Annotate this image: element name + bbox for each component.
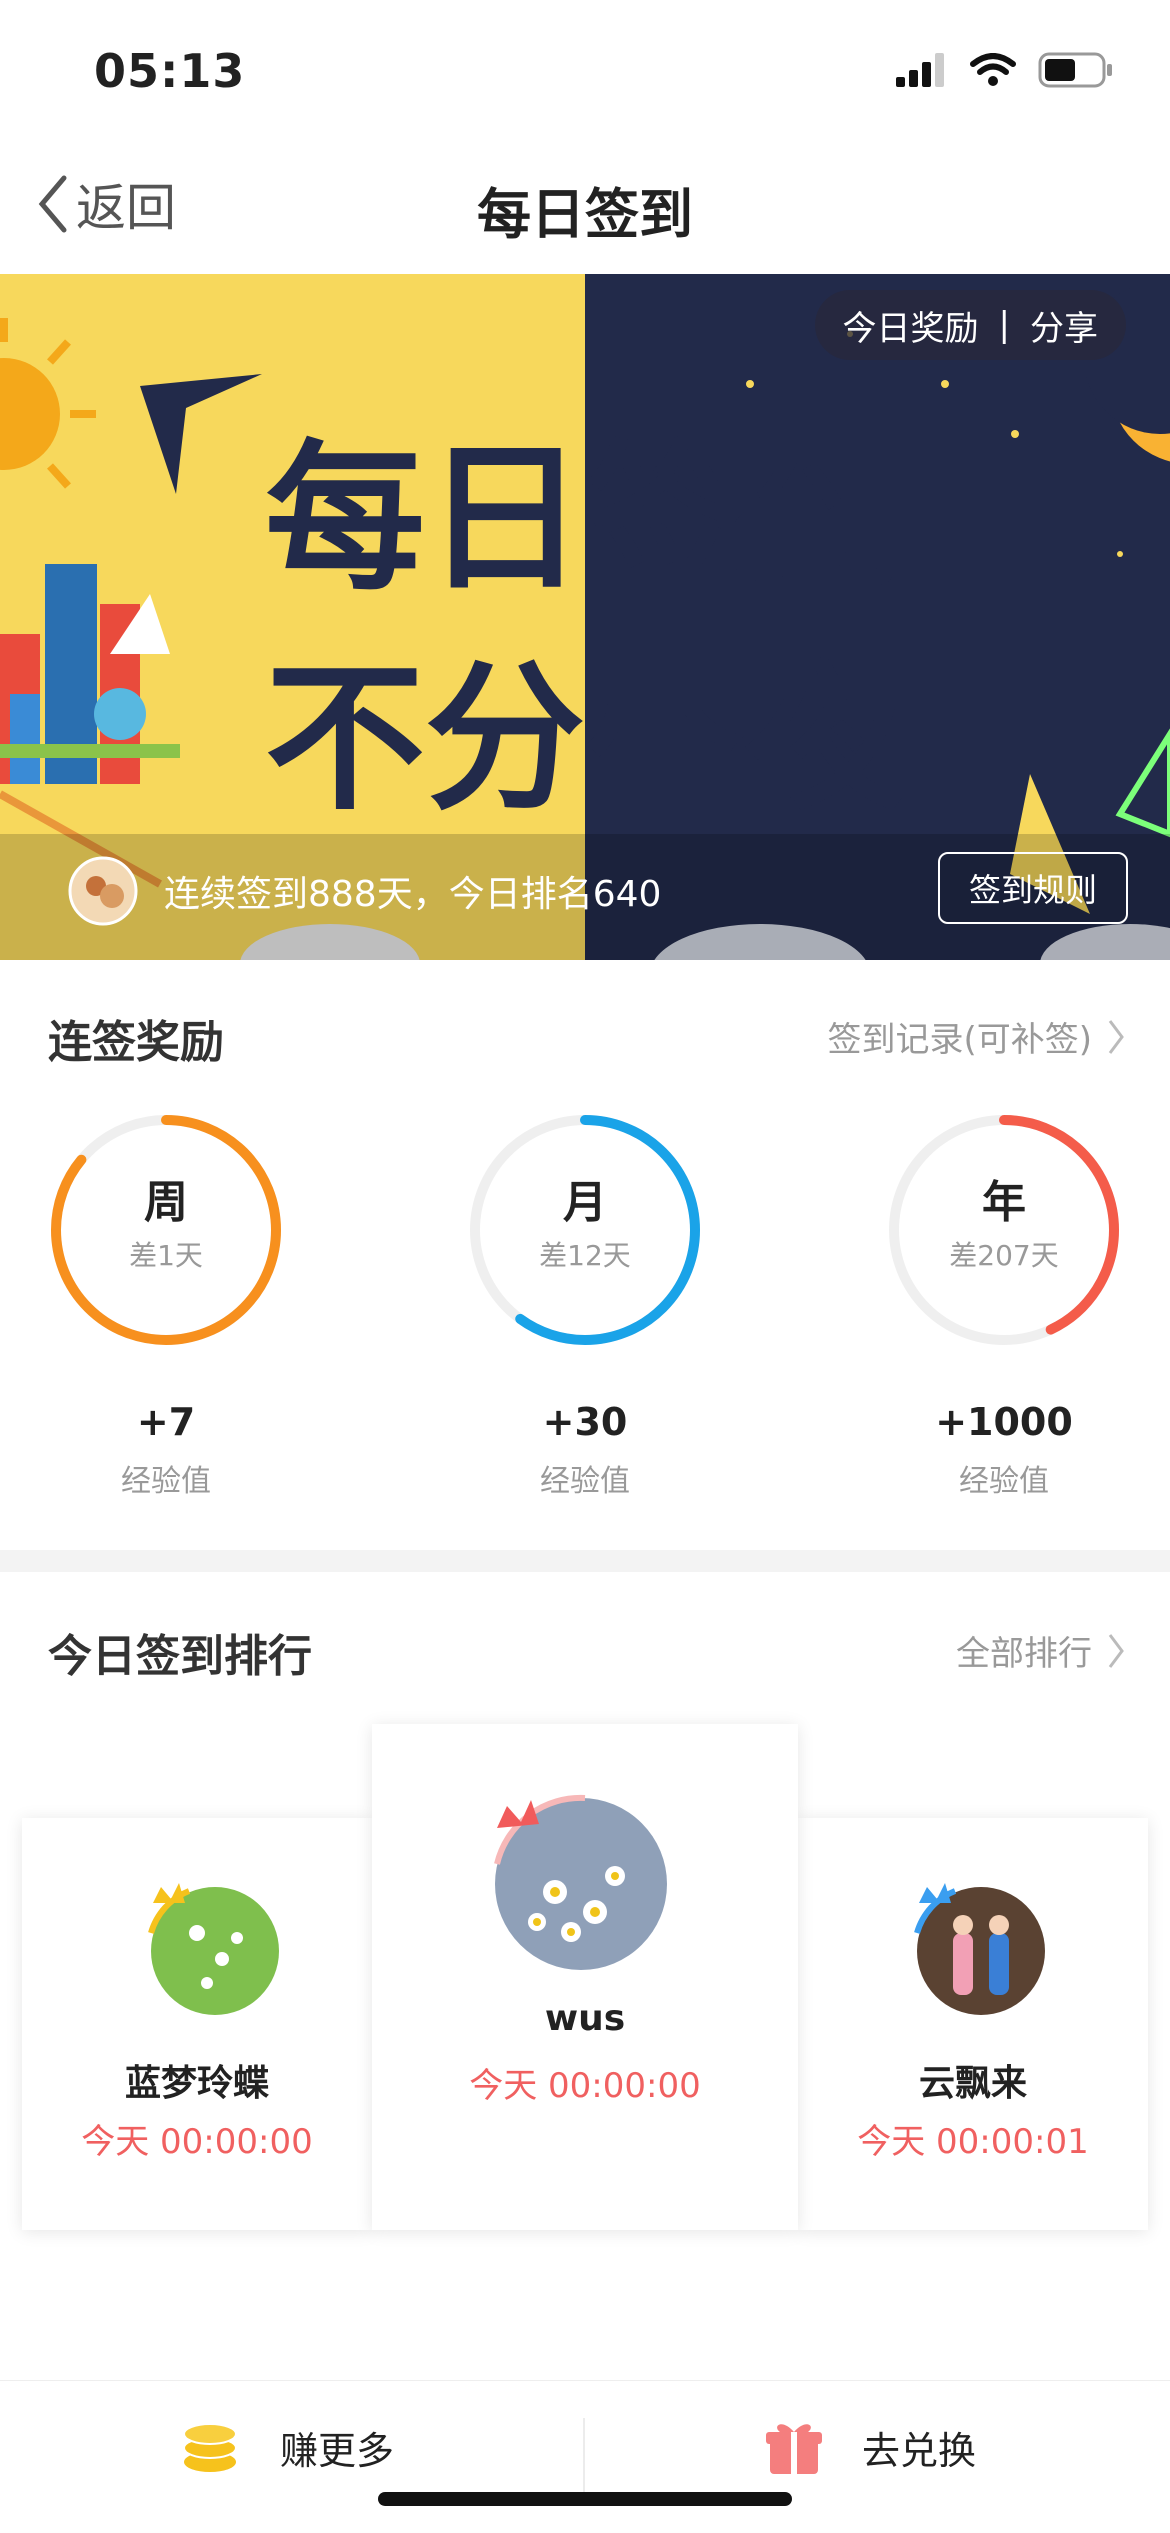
year-reward-value: +1000 xyxy=(935,1400,1073,1444)
chevron-right-icon xyxy=(1108,1019,1124,1054)
rewards-title: 连签奖励 xyxy=(48,1017,224,1068)
week-remaining: 差1天 xyxy=(129,1239,203,1272)
streak-text: 连续签到888天，今日排名640 xyxy=(164,874,662,915)
streak-info: 连续签到888天，今日排名640 xyxy=(68,856,661,926)
today-reward-link[interactable]: 今日奖励 xyxy=(843,301,979,350)
week-progress-ring xyxy=(51,1115,281,1345)
page-title: 每日签到 xyxy=(477,183,693,246)
avatar xyxy=(494,1794,667,1970)
reward-year[interactable]: 年 差207天 xyxy=(884,1110,1124,1354)
reward-week[interactable]: 周 差1天 xyxy=(46,1110,286,1354)
coins-icon xyxy=(183,2423,237,2472)
banner-headline-2: 不分昼夜 xyxy=(265,645,906,832)
year-remaining: 差207天 xyxy=(949,1239,1059,1272)
rank-2-time: 今天 00:00:00 xyxy=(81,2122,313,2162)
year-progress-ring xyxy=(889,1115,1119,1345)
gift-icon xyxy=(766,2424,822,2474)
home-indicator xyxy=(378,2492,792,2506)
rank-3-name: 云飘来 xyxy=(918,2063,1027,2104)
avatar xyxy=(914,1883,1045,2015)
chevron-right-icon xyxy=(1108,1633,1124,1668)
crown-icon xyxy=(153,1883,185,1903)
rank-1-name: wus xyxy=(544,1998,626,2039)
crown-icon xyxy=(497,1800,539,1828)
avatar xyxy=(148,1883,279,2015)
battery-icon xyxy=(1038,52,1112,88)
bottom-divider xyxy=(583,2418,585,2494)
reward-month[interactable]: 月 差12天 xyxy=(465,1110,705,1354)
earn-more-button[interactable]: 赚更多 xyxy=(180,2418,394,2476)
month-remaining: 差12天 xyxy=(539,1239,631,1272)
rules-button[interactable]: 签到规则 xyxy=(938,852,1128,924)
all-ranking-link[interactable]: 全部排行 xyxy=(956,1626,1126,1675)
section-divider xyxy=(0,1550,1170,1572)
avatar[interactable] xyxy=(68,856,138,926)
week-label: 周 xyxy=(144,1177,188,1228)
exchange-label: 去兑换 xyxy=(862,2428,977,2473)
rank-card-1[interactable]: wus 今天 00:00:00 xyxy=(372,1724,798,2230)
all-ranking-label: 全部排行 xyxy=(956,1634,1092,1674)
exchange-button[interactable]: 去兑换 xyxy=(766,2418,976,2476)
banner-actions: 今日奖励 | 分享 xyxy=(814,290,1126,360)
crown-icon xyxy=(919,1883,951,1903)
month-reward-unit: 经验值 xyxy=(540,1464,630,1499)
bottom-bar xyxy=(0,2380,1170,2533)
week-reward-value: +7 xyxy=(136,1400,196,1444)
pill-separator: | xyxy=(998,305,1010,345)
year-label: 年 xyxy=(982,1177,1026,1228)
wifi-icon xyxy=(970,53,1016,86)
month-label: 月 xyxy=(563,1177,607,1228)
earn-more-label: 赚更多 xyxy=(280,2428,395,2473)
rank-2-name: 蓝梦玲蝶 xyxy=(124,2063,269,2104)
rank-3-time: 今天 00:00:01 xyxy=(857,2122,1089,2162)
rank-card-3[interactable]: 云飘来 今天 00:00:01 xyxy=(798,1818,1148,2230)
year-reward-unit: 经验值 xyxy=(959,1464,1049,1499)
rank-card-2[interactable]: 蓝梦玲蝶 今天 00:00:00 xyxy=(22,1818,372,2230)
month-progress-ring xyxy=(470,1115,700,1345)
status-time: 05:13 xyxy=(94,44,246,98)
rank-1-time: 今天 00:00:00 xyxy=(469,2066,701,2106)
share-link[interactable]: 分享 xyxy=(1030,301,1098,350)
banner-headline-1: 每日签到 xyxy=(265,425,905,612)
ranking-title: 今日签到排行 xyxy=(48,1631,312,1682)
month-reward-value: +30 xyxy=(542,1400,628,1444)
record-link-label: 签到记录(可补签) xyxy=(827,1020,1092,1060)
record-link[interactable]: 签到记录(可补签) xyxy=(827,1012,1126,1061)
week-reward-unit: 经验值 xyxy=(121,1464,211,1499)
signal-icon xyxy=(896,53,944,87)
status-indicators xyxy=(896,52,1114,88)
